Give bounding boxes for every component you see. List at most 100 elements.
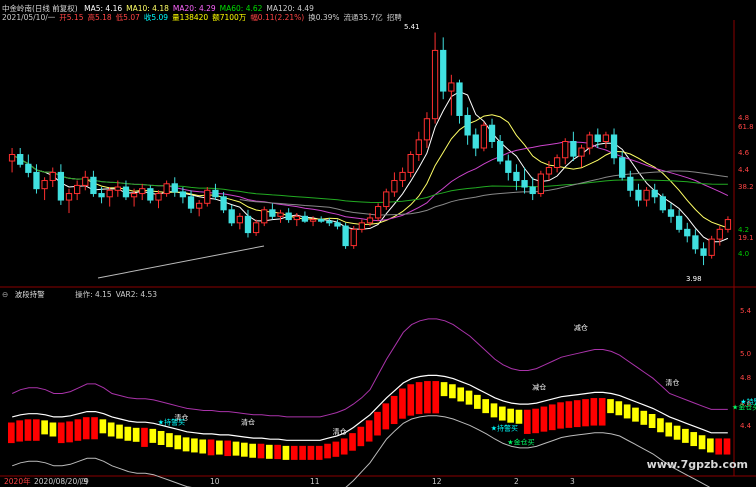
indicator-bar <box>166 433 173 448</box>
candle-body <box>25 163 32 173</box>
candle-body <box>505 160 512 173</box>
indicator-bar <box>557 402 564 429</box>
indicator-bar <box>149 428 157 443</box>
right-axis-label: 4.0 <box>738 250 749 258</box>
candle-body <box>383 191 390 208</box>
indicator-bar <box>32 419 40 441</box>
candle-body <box>155 193 162 201</box>
candle-body <box>586 134 593 149</box>
indicator-bar <box>424 381 431 414</box>
indicator-bar <box>91 417 98 440</box>
indicator-bar <box>698 435 706 450</box>
indicator-bar <box>582 399 589 427</box>
indicator-bar <box>107 422 115 437</box>
candle-body <box>366 217 374 224</box>
candle-body <box>171 183 178 193</box>
right-axis-label: 38.2 <box>738 183 754 191</box>
candle-body <box>179 191 187 198</box>
indicator-bar <box>199 439 207 454</box>
candle-body <box>334 222 341 227</box>
indicator-bar <box>332 441 340 457</box>
indicator-bar <box>682 428 689 443</box>
indicator-bar <box>382 403 390 430</box>
trend-line <box>97 245 265 279</box>
candle-body <box>236 215 243 224</box>
candle-body <box>269 209 276 217</box>
candle-body <box>358 222 366 230</box>
chart-svg[interactable]: 4.861.84.64.438.24.219.14.05.413.985.45.… <box>0 0 756 487</box>
x-axis-label: 11 <box>310 477 320 486</box>
indicator-bar <box>357 426 365 447</box>
indicator-bar <box>340 438 348 455</box>
candle-body <box>423 118 431 141</box>
candle-body <box>562 140 569 159</box>
candle-body <box>431 49 439 120</box>
indicator-bar <box>132 427 140 442</box>
candle-body <box>570 140 577 157</box>
indicator-bar <box>274 444 281 460</box>
indicator-bar <box>241 442 248 457</box>
indicator-bar <box>182 437 190 452</box>
indicator-bar <box>590 398 598 426</box>
candle-body <box>700 248 707 256</box>
candle-body <box>196 202 203 209</box>
signal-label: 清仓 <box>665 378 679 387</box>
indicator-bar <box>365 420 373 442</box>
indicator-bar <box>640 410 648 425</box>
candle-body <box>90 176 97 195</box>
candle-body <box>57 171 65 201</box>
chart-window: { "header": { "stock_name": "中金岭南(日线 前复权… <box>0 0 756 487</box>
signal-label: ★持警买 <box>158 417 185 426</box>
right-axis-label: 19.1 <box>738 234 754 242</box>
indicator-bar <box>407 384 415 416</box>
signal-label: 减仓 <box>532 382 546 391</box>
indicator-bar <box>82 417 90 440</box>
indicator-bar <box>307 445 315 460</box>
candle-body <box>374 206 382 219</box>
candle-body <box>724 219 732 230</box>
candle-body <box>643 189 650 201</box>
indicator-bar <box>124 426 132 441</box>
indicator-bar <box>99 419 107 434</box>
indicator-bar <box>449 384 456 399</box>
candle-body <box>399 171 406 182</box>
candle-body <box>261 209 268 224</box>
indicator-bar <box>707 438 714 453</box>
candle-body <box>456 82 463 116</box>
candle-body <box>318 219 325 222</box>
candle-body <box>98 193 105 198</box>
candle-body <box>301 215 309 222</box>
indicator-bar <box>474 394 481 409</box>
candle-body <box>228 209 235 224</box>
indicator-bar <box>399 388 406 419</box>
candle-body <box>440 49 447 92</box>
indicator-axis-label: 5.4 <box>740 307 752 315</box>
candle-body <box>293 215 300 221</box>
indicator-bar <box>432 381 440 414</box>
indicator-axis-label: 5.0 <box>740 350 751 358</box>
indicator-bar <box>315 445 323 460</box>
indicator-bar <box>66 421 73 443</box>
candle-body <box>220 196 227 211</box>
indicator-bar <box>224 440 232 457</box>
candle-body <box>651 189 658 198</box>
indicator-bar <box>607 399 614 414</box>
candle-body <box>464 114 471 136</box>
signal-label: ★持警买 <box>491 424 518 433</box>
signal-label: ★金仓买 <box>732 402 756 411</box>
candle-body <box>309 219 317 222</box>
candle-body <box>163 183 170 195</box>
indicator-bar <box>540 406 548 432</box>
right-axis-label: 4.6 <box>738 149 750 157</box>
candle-body <box>139 188 146 195</box>
indicator-bar <box>573 400 581 428</box>
candle-body <box>187 196 195 209</box>
site-watermark: www.7gpzb.com <box>646 458 748 471</box>
indicator-bar <box>523 409 531 434</box>
indicator-bar <box>482 399 490 414</box>
indicator-bar <box>174 435 182 450</box>
candle-body <box>415 139 422 156</box>
indicator-bar <box>74 419 82 441</box>
x-axis-label: 2020年 <box>4 477 31 486</box>
indicator-axis-label: 4.4 <box>740 422 752 430</box>
